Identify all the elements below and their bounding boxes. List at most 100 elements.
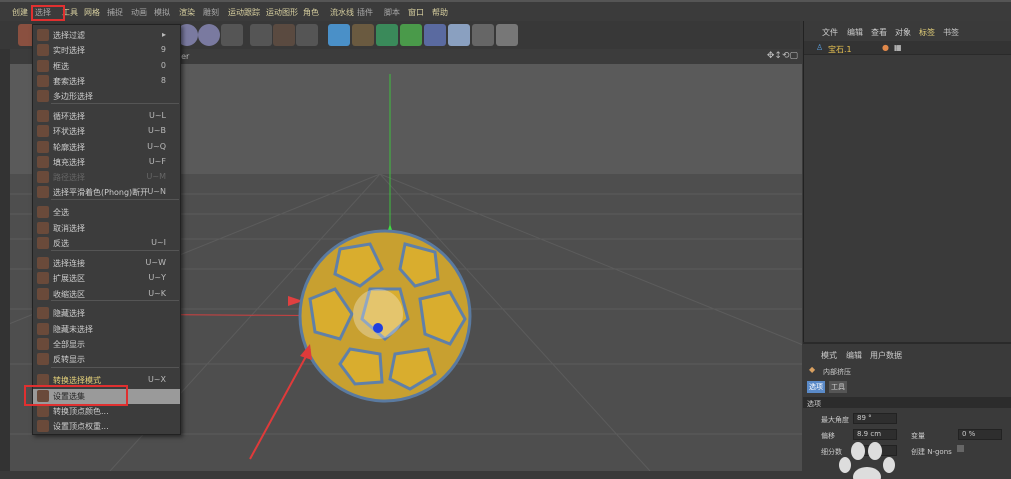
menu-9[interactable]: 运动跟踪 — [228, 7, 260, 18]
paw-watermark — [839, 442, 895, 479]
subtab-options[interactable]: 选项 — [807, 381, 825, 393]
cube-icon[interactable] — [328, 24, 350, 46]
menu-item-shortcut: 9 — [160, 45, 166, 54]
attribute-tab[interactable]: 模式 — [821, 350, 837, 361]
menu-item[interactable]: 取消选择 — [33, 221, 180, 236]
menu-item-shortcut: U~N — [147, 187, 166, 196]
menu-item-icon — [37, 257, 49, 269]
menu-item-icon — [37, 420, 49, 432]
menu-item-shortcut: ▸ — [161, 30, 166, 39]
menu-item-label: 选择过滤 — [53, 31, 85, 40]
menu-item-label: 实时选择 — [53, 46, 85, 55]
menu-10[interactable]: 运动图形 — [266, 7, 298, 18]
pen-icon[interactable] — [352, 24, 374, 46]
menu-16[interactable]: 帮助 — [432, 7, 448, 18]
menu-6[interactable]: 模拟 — [154, 7, 170, 18]
menu-item[interactable]: 套索选择 8 — [33, 74, 180, 89]
ngons-checkbox[interactable] — [957, 445, 964, 452]
menu-item-icon — [37, 206, 49, 218]
menu-8[interactable]: 雕刻 — [203, 7, 219, 18]
menu-item[interactable]: 反转显示 — [33, 352, 180, 367]
menu-item-shortcut: U~M — [146, 172, 166, 181]
menu-item-icon — [37, 222, 49, 234]
menu-item-label: 全选 — [53, 208, 69, 217]
menu-15[interactable]: 窗口 — [408, 7, 424, 18]
menu-item-label: 路径选择 — [53, 173, 85, 182]
object-tab[interactable]: 编辑 — [847, 27, 863, 38]
menu-0[interactable]: 创建 — [12, 7, 28, 18]
menu-12[interactable]: 流水线 — [330, 7, 354, 18]
subtab-tool[interactable]: 工具 — [829, 381, 847, 393]
menu-4[interactable]: 捕捉 — [107, 7, 123, 18]
menu-item[interactable]: 选择平滑着色(Phong)断开 U~N — [33, 185, 180, 200]
menu-item-icon — [37, 186, 49, 198]
menu-item[interactable]: 路径选择 U~M — [33, 170, 180, 185]
object-tab[interactable]: 标签 — [919, 27, 935, 38]
menu-item-shortcut: U~I — [151, 238, 166, 247]
menu-item[interactable]: 实时选择 9 — [33, 43, 180, 58]
menu-13[interactable]: 插件 — [357, 7, 373, 18]
menu-3[interactable]: 网格 — [84, 7, 100, 18]
attribute-tab[interactable]: 用户数据 — [870, 350, 902, 361]
menu-item[interactable]: 选择过滤 ▸ — [33, 28, 180, 43]
z-axis-icon[interactable] — [198, 24, 220, 46]
menu-item[interactable]: 隐藏未选择 — [33, 322, 180, 337]
menu-item-label: 套索选择 — [53, 77, 85, 86]
variance-input[interactable]: 0 % — [958, 429, 1002, 440]
subdivision-icon[interactable] — [376, 24, 398, 46]
menu-item[interactable]: 转换顶点颜色... — [33, 404, 180, 419]
menu-item[interactable]: 循环选择 U~L — [33, 109, 180, 124]
menu-item-icon — [37, 125, 49, 137]
cloner-icon[interactable] — [400, 24, 422, 46]
floor-icon[interactable] — [448, 24, 470, 46]
viewport-nav-icons[interactable]: ✥↕⟲▢ — [767, 51, 798, 61]
menu-item[interactable]: 扩展选区 U~Y — [33, 271, 180, 286]
menu-item-label: 选择平滑着色(Phong)断开 — [53, 188, 149, 197]
menu-11[interactable]: 角色 — [303, 7, 319, 18]
menu-item[interactable]: 设置顶点权重... — [33, 419, 180, 434]
menu-item[interactable]: 全部显示 — [33, 337, 180, 352]
menu-item[interactable]: 填充选择 U~F — [33, 155, 180, 170]
ngons-label: 创建 N-gons — [911, 448, 952, 456]
menu-item-shortcut: U~Y — [148, 273, 166, 282]
menu-item-shortcut: U~F — [148, 157, 166, 166]
menu-item[interactable]: 框选 0 — [33, 59, 180, 74]
menu-5[interactable]: 动画 — [131, 7, 147, 18]
menu-item[interactable]: 环状选择 U~B — [33, 124, 180, 139]
attribute-tab[interactable]: 编辑 — [846, 350, 862, 361]
menu-item[interactable]: 多边形选择 — [33, 89, 180, 104]
menu-item[interactable]: 轮廓选择 U~Q — [33, 140, 180, 155]
menu-item-shortcut: U~X — [147, 375, 166, 384]
menu-item[interactable]: 收缩选区 U~K — [33, 287, 180, 302]
object-tab[interactable]: 书签 — [943, 27, 959, 38]
menu-item[interactable]: 全选 — [33, 205, 180, 220]
attribute-manager: 模式 编辑 用户数据 ◆ 内部挤压 选项 工具 选项 最大角度 89 ° 偏移 8.… — [803, 342, 1011, 479]
deformer-icon[interactable] — [424, 24, 446, 46]
object-tab[interactable]: 查看 — [871, 27, 887, 38]
light-icon[interactable] — [496, 24, 518, 46]
render-view-icon[interactable] — [250, 24, 272, 46]
coordinate-icon[interactable] — [221, 24, 243, 46]
section-title: 选项 — [807, 400, 821, 408]
menu-7[interactable]: 渲染 — [179, 7, 195, 18]
menu-item-icon — [37, 29, 49, 41]
menu-item-icon — [37, 156, 49, 168]
camera-icon[interactable] — [472, 24, 494, 46]
menu-item-icon — [37, 60, 49, 72]
menu-item[interactable]: 隐藏选择 — [33, 306, 180, 321]
menu-item[interactable]: 反选 U~I — [33, 236, 180, 251]
object-tab[interactable]: 文件 — [822, 27, 838, 38]
menubar: 创建 选择 工具 网格 捕捉 动画 模拟 渲染 雕刻 运动跟踪 运动图形 角色 流水线 插件 脚本 窗口 帮助 — [0, 0, 1011, 21]
menu-item-icon — [37, 338, 49, 350]
checker-tag-icon[interactable]: ▦ — [894, 43, 902, 52]
render-settings-icon[interactable] — [296, 24, 318, 46]
render-picture-icon[interactable] — [273, 24, 295, 46]
menu-item-label: 轮廓选择 — [53, 143, 85, 152]
tag-icon[interactable]: ● — [882, 43, 889, 52]
object-tab[interactable]: 对象 — [895, 27, 911, 38]
menu-14[interactable]: 脚本 — [384, 7, 400, 18]
object-name[interactable]: 宝石.1 — [828, 44, 852, 55]
menu-item-shortcut: 0 — [160, 61, 166, 70]
max-angle-input[interactable]: 89 ° — [853, 413, 897, 424]
menu-item[interactable]: 选择连接 U~W — [33, 256, 180, 271]
